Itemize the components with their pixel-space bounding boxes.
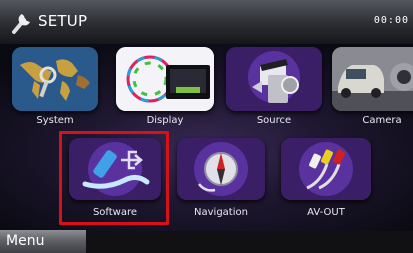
tile-camera[interactable]: Camera [332, 47, 413, 129]
selection-highlight [59, 131, 169, 225]
setup-screen: SETUP 00:00 System Display Source Camera… [0, 0, 413, 253]
wrench-icon [12, 14, 30, 34]
tile-label: AV-OUT [307, 207, 345, 218]
media-clapper-icon [226, 47, 322, 111]
av-cable-icon [281, 138, 371, 200]
header-bar: SETUP 00:00 [0, 0, 413, 44]
display-icon [116, 47, 214, 111]
car-camera-icon [332, 47, 413, 111]
tile-label: Source [256, 115, 292, 126]
tile-label: Navigation [194, 207, 248, 218]
tile-label: Display [146, 115, 184, 126]
world-map-icon [12, 47, 98, 111]
clock: 00:00 [373, 15, 409, 26]
menu-button[interactable]: Menu [0, 230, 86, 253]
tile-system[interactable]: System [12, 47, 98, 129]
tile-navigation[interactable]: Navigation [177, 138, 265, 222]
tile-av-out[interactable]: AV-OUT [281, 138, 371, 222]
page-title: SETUP [38, 12, 88, 30]
tile-display[interactable]: Display [116, 47, 214, 129]
tile-label: Camera [362, 115, 402, 126]
tile-label: System [36, 115, 74, 126]
navigation-compass-icon [177, 138, 265, 200]
tile-source[interactable]: Source [226, 47, 322, 129]
